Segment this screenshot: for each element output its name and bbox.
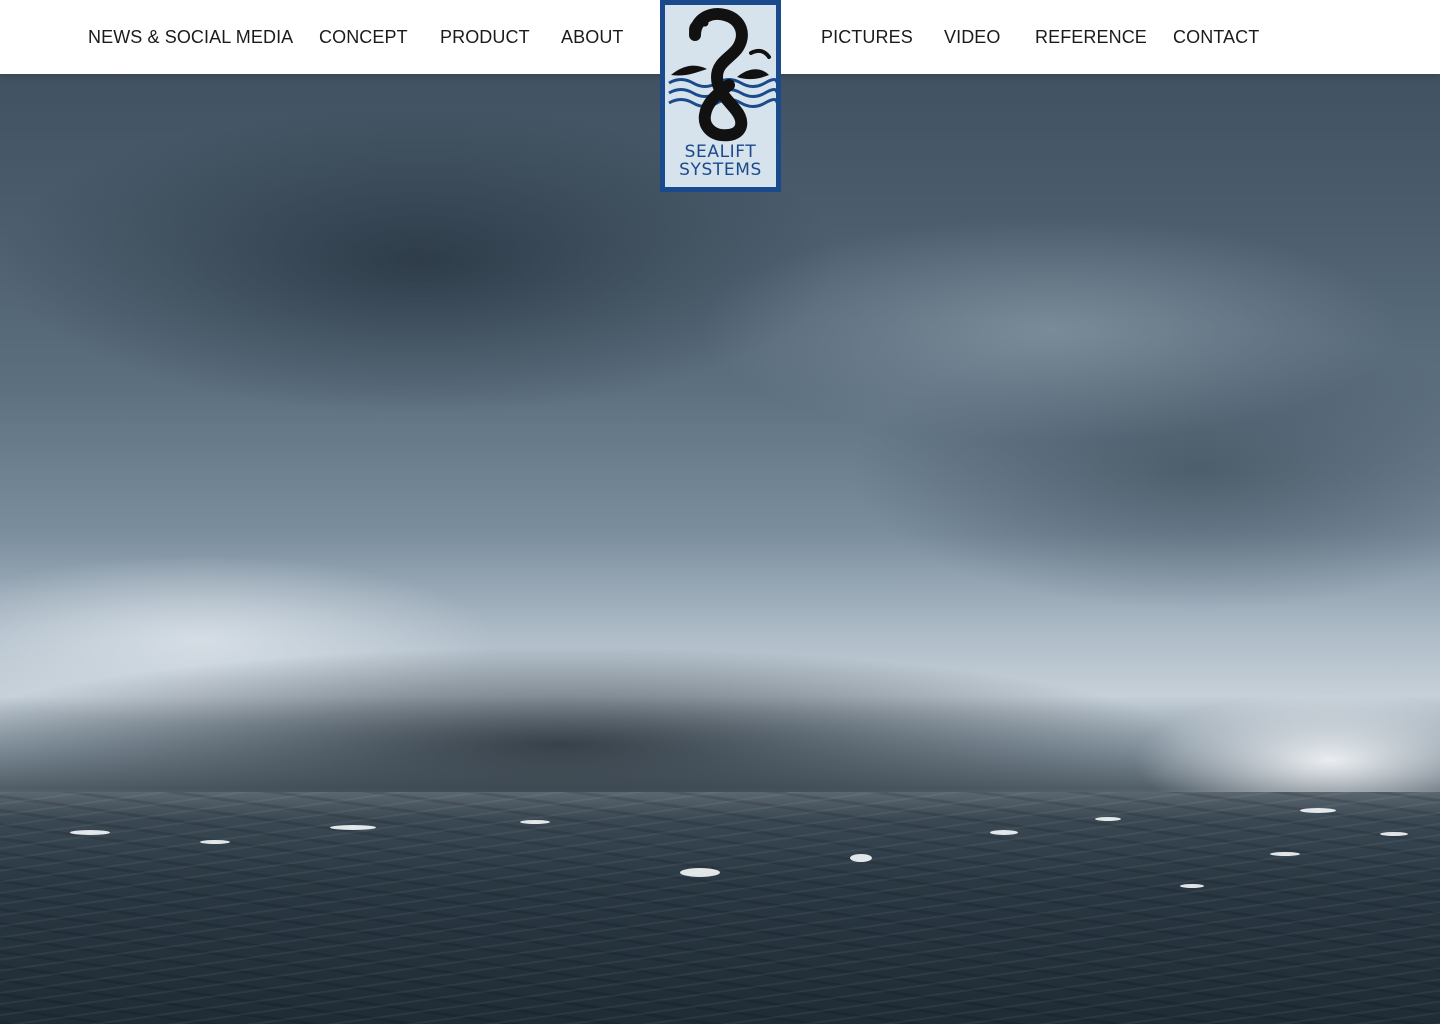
nav-concept[interactable]: CONCEPT (319, 26, 408, 48)
wave-foam (850, 854, 872, 862)
nav-pictures[interactable]: PICTURES (821, 26, 913, 48)
wave-foam (1380, 832, 1408, 836)
nav-video[interactable]: VIDEO (944, 26, 1001, 48)
wave-foam (1300, 808, 1336, 813)
wave-foam (680, 868, 720, 877)
logo-text-line1: SEALIFT (684, 142, 757, 162)
wave-foam (330, 825, 376, 830)
nav-reference[interactable]: REFERENCE (1035, 26, 1147, 48)
nav-news-social-media[interactable]: NEWS & SOCIAL MEDIA (88, 26, 293, 48)
nav-contact[interactable]: CONTACT (1173, 26, 1259, 48)
wave-foam (1095, 817, 1121, 821)
wave-foam (1270, 852, 1300, 856)
nav-product[interactable]: PRODUCT (440, 26, 530, 48)
wave-foam (200, 840, 230, 844)
wave-foam (990, 830, 1018, 835)
logo-text-line2: SYSTEMS (679, 160, 762, 180)
wave-foam (70, 830, 110, 835)
logo-panel: SEALIFT SYSTEMS (665, 5, 776, 187)
wave-foam (520, 820, 550, 824)
wave-foam (1180, 884, 1204, 888)
hero-sea-area (0, 792, 1440, 1024)
sealift-systems-logo[interactable]: SEALIFT SYSTEMS (660, 0, 781, 192)
nav-about[interactable]: ABOUT (561, 26, 624, 48)
